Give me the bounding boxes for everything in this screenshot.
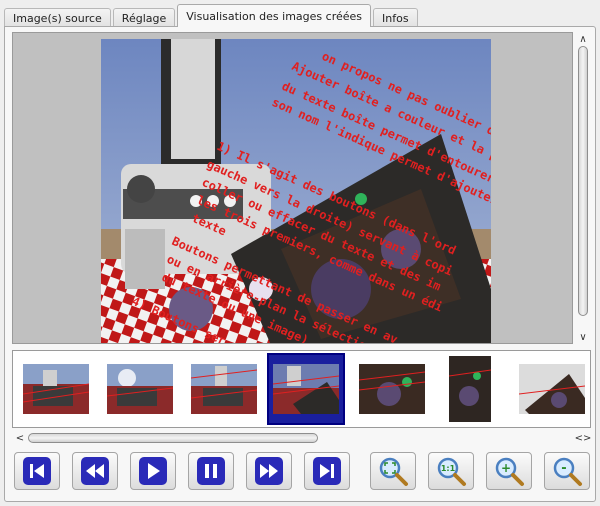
zoom-out-button[interactable]: -	[544, 452, 590, 490]
tab-bar: Image(s) source Réglage Visualisation de…	[4, 3, 420, 27]
zoom-in-button[interactable]: +	[486, 452, 532, 490]
thumbnail-item[interactable]	[185, 353, 263, 425]
last-frame-button[interactable]	[304, 452, 350, 490]
zoom-glyph: -	[561, 461, 566, 476]
zoom-glyph: 1:1	[441, 464, 456, 473]
previous-frame-button[interactable]	[72, 452, 118, 490]
horizontal-scroll-track[interactable]	[28, 433, 568, 443]
zoom-out-icon: -	[553, 457, 582, 486]
image-viewer[interactable]: on propos ne pas oublier de ajoute d Ajo…	[12, 32, 573, 344]
preview-image: on propos ne pas oublier de ajoute d Ajo…	[101, 39, 491, 343]
tab-panel: on propos ne pas oublier de ajoute d Ajo…	[4, 26, 596, 502]
tab-image-source[interactable]: Image(s) source	[4, 8, 111, 27]
zoom-1-1-icon: 1:1	[437, 457, 466, 486]
zoom-fit-icon	[379, 457, 408, 486]
tab-infos[interactable]: Infos	[373, 8, 418, 27]
thumbnail-item-selected[interactable]	[267, 353, 345, 425]
skip-last-icon	[313, 457, 341, 485]
thumbnail-item[interactable]	[17, 353, 95, 425]
zoom-glyph: +	[501, 461, 511, 475]
playback-toolbar: 1:1 + -	[12, 452, 592, 492]
fast-forward-icon	[255, 457, 283, 485]
pause-icon	[197, 457, 225, 485]
vertical-scroll-track[interactable]	[578, 46, 588, 330]
tab-reglage[interactable]: Réglage	[112, 8, 176, 27]
thumbnail-item[interactable]	[513, 353, 590, 425]
zoom-actual-size-button[interactable]: 1:1	[428, 452, 474, 490]
play-button[interactable]	[130, 452, 176, 490]
thumbnail-item[interactable]	[101, 353, 179, 425]
zoom-in-icon: +	[495, 457, 524, 486]
first-frame-button[interactable]	[14, 452, 60, 490]
rewind-icon	[81, 457, 109, 485]
tab-visualisation[interactable]: Visualisation des images créées	[177, 4, 372, 27]
scroll-down-icon[interactable]: ∨	[575, 330, 591, 344]
vertical-scrollbar[interactable]: ∧ ∨	[575, 32, 591, 344]
zoom-fit-button[interactable]	[370, 452, 416, 490]
horizontal-scroll-thumb[interactable]	[28, 433, 318, 443]
horizontal-scrollbar[interactable]: < <>	[12, 430, 592, 446]
play-icon	[139, 457, 167, 485]
scroll-right-icon[interactable]: <>	[575, 431, 592, 445]
vertical-scroll-thumb[interactable]	[578, 46, 588, 316]
skip-first-icon	[23, 457, 51, 485]
scroll-up-icon[interactable]: ∧	[575, 32, 591, 46]
scroll-left-icon[interactable]: <	[12, 431, 28, 445]
thumbnail-item[interactable]	[353, 353, 431, 425]
thumbnail-strip[interactable]	[12, 350, 591, 428]
pause-button[interactable]	[188, 452, 234, 490]
thumbnail-item[interactable]	[431, 353, 509, 425]
next-frame-button[interactable]	[246, 452, 292, 490]
